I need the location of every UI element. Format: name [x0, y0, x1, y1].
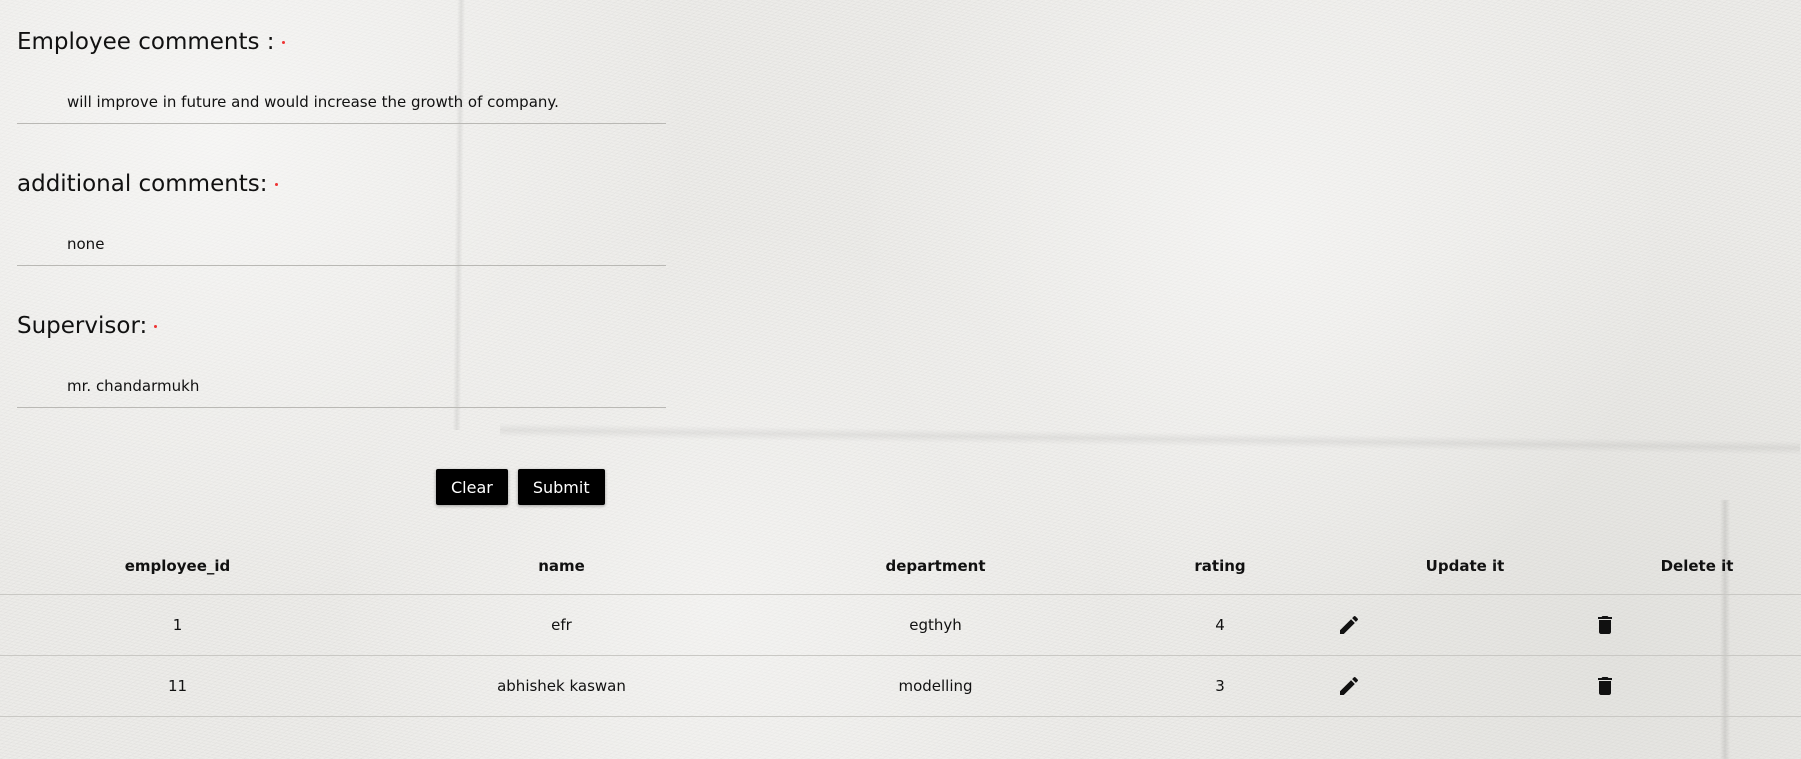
wall-texture-crack [499, 422, 1801, 456]
header-rating: rating [1103, 538, 1337, 595]
header-delete: Delete it [1593, 538, 1801, 595]
form-actions: Clear Submit [436, 469, 605, 505]
submit-button[interactable]: Submit [517, 469, 605, 505]
cell-name: abhishek kaswan [355, 655, 768, 717]
additional-comments-field: additional comments: [17, 142, 666, 284]
supervisor-input[interactable] [17, 364, 666, 408]
trash-icon[interactable] [1593, 613, 1617, 637]
cell-update [1337, 655, 1593, 717]
cell-employee-id: 11 [0, 655, 355, 717]
pencil-icon[interactable] [1337, 674, 1361, 698]
additional-comments-label: additional comments: [17, 171, 278, 197]
required-marker [281, 41, 285, 44]
required-marker [154, 325, 158, 328]
additional-comments-input[interactable] [17, 222, 666, 266]
cell-name: efr [355, 594, 768, 656]
cell-rating: 3 [1103, 655, 1337, 717]
employee-comments-label: Employee comments : [17, 29, 285, 55]
supervisor-field: Supervisor: [17, 284, 666, 426]
cell-delete [1593, 594, 1801, 656]
trash-icon[interactable] [1593, 674, 1617, 698]
pencil-icon[interactable] [1337, 613, 1361, 637]
clear-button[interactable]: Clear [436, 469, 508, 505]
supervisor-label: Supervisor: [17, 313, 158, 339]
cell-rating: 4 [1103, 594, 1337, 656]
cell-update [1337, 594, 1593, 656]
header-update: Update it [1337, 538, 1593, 595]
table-row: 1 efr egthyh 4 [0, 594, 1801, 656]
cell-delete [1593, 655, 1801, 717]
appraisal-form: Employee comments : additional comments:… [17, 0, 666, 426]
header-name: name [355, 538, 768, 595]
cell-employee-id: 1 [0, 594, 355, 656]
employee-comments-field: Employee comments : [17, 0, 666, 142]
table-header-row: employee_id name department rating Updat… [0, 538, 1801, 595]
employee-comments-input[interactable] [17, 80, 666, 124]
header-employee-id: employee_id [0, 538, 355, 595]
header-department: department [768, 538, 1103, 595]
required-marker [274, 183, 278, 186]
cell-department: modelling [768, 655, 1103, 717]
cell-department: egthyh [768, 594, 1103, 656]
employee-table: employee_id name department rating Updat… [0, 538, 1801, 717]
table-row: 11 abhishek kaswan modelling 3 [0, 655, 1801, 717]
